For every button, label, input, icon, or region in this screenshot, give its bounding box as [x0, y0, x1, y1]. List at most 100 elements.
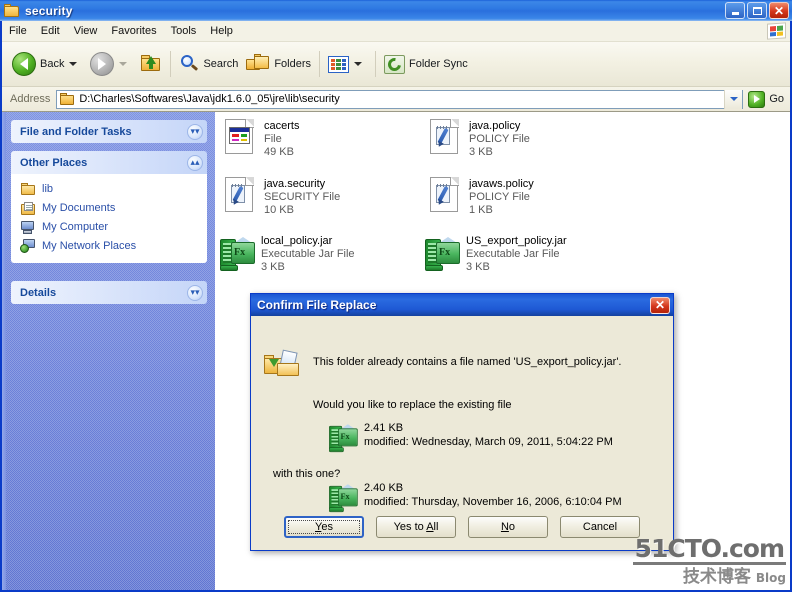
up-folder-icon — [140, 54, 162, 74]
cancel-label: Cancel — [582, 521, 618, 533]
address-path-text: D:\Charles\Softwares\Java\jdk1.6.0_05\jr… — [79, 93, 340, 105]
file-item-java-policy[interactable]: java.policy POLICY File 3 KB — [428, 118, 658, 159]
sidebar-item-my-computer[interactable]: My Computer — [20, 218, 201, 236]
security-file-icon — [223, 176, 256, 214]
up-button[interactable] — [136, 45, 166, 83]
menu-item-help[interactable]: Help — [203, 23, 240, 39]
file-type: POLICY File — [469, 191, 530, 203]
watermark-tagline: 技术博客 Blog — [626, 567, 786, 588]
toolbar-separator-2 — [319, 51, 321, 77]
forward-dropdown-icon — [119, 62, 128, 66]
sidebar-item-my-documents[interactable]: My Documents — [20, 199, 201, 217]
dialog-existing-file: Fx 2.41 KB modified: Wednesday, March 09… — [329, 421, 613, 459]
file-item-javaws-policy[interactable]: javaws.policy POLICY File 1 KB — [428, 176, 658, 217]
yes-button[interactable]: Yes — [284, 516, 364, 538]
back-dropdown-icon[interactable] — [69, 62, 78, 66]
panel-details: Details ▾▾ — [11, 281, 207, 304]
panel-header-file-and-folder-tasks[interactable]: File and Folder Tasks ▾▾ — [11, 120, 207, 143]
address-folder-icon — [60, 92, 75, 106]
search-button[interactable]: Search — [175, 45, 242, 83]
generic-file-icon — [223, 118, 256, 156]
go-button[interactable]: Go — [743, 90, 790, 108]
replacement-file-size: 2.40 KB — [364, 482, 404, 494]
go-label: Go — [769, 93, 784, 105]
dialog-close-button[interactable]: ✕ — [650, 296, 670, 314]
file-name: java.policy — [469, 120, 521, 132]
menu-item-view[interactable]: View — [67, 23, 105, 39]
file-size: 3 KB — [466, 261, 490, 273]
chevron-up-icon[interactable]: ▴▴ — [187, 154, 203, 171]
menu-item-file[interactable]: File — [2, 23, 34, 39]
menu-item-tools[interactable]: Tools — [164, 23, 204, 39]
folder-sync-icon — [384, 54, 406, 74]
file-item-cacerts[interactable]: cacerts File 49 KB — [223, 118, 453, 159]
file-type: POLICY File — [469, 133, 530, 145]
no-button[interactable]: No — [468, 516, 548, 538]
file-item-local-policy-jar[interactable]: Fx local_policy.jar Executable Jar File … — [220, 233, 450, 274]
dialog-button-row: Yes Yes to All No Cancel — [251, 516, 673, 538]
sidebar-item-my-network-places[interactable]: My Network Places — [20, 237, 201, 255]
explorer-window: security ✕ File Edit View Favorites Tool… — [0, 0, 792, 592]
jar-file-icon: Fx — [425, 233, 461, 271]
file-size: 49 KB — [264, 146, 294, 158]
file-type: Executable Jar File — [466, 248, 560, 260]
close-button[interactable]: ✕ — [769, 2, 789, 19]
panel-file-and-folder-tasks: File and Folder Tasks ▾▾ — [11, 120, 207, 143]
no-label: No — [500, 521, 516, 533]
address-label: Address — [10, 93, 51, 105]
file-name: cacerts — [264, 120, 300, 132]
search-label: Search — [203, 58, 239, 70]
folders-icon — [246, 54, 270, 74]
go-arrow-icon — [748, 90, 766, 108]
toolbar: Back Search Folders Folder Sync — [2, 42, 790, 87]
folders-button[interactable]: Folders — [242, 45, 315, 83]
panel-header-other-places[interactable]: Other Places ▴▴ — [11, 151, 207, 174]
search-icon — [179, 54, 199, 74]
my-network-places-icon — [20, 238, 36, 254]
toolbar-separator-3 — [375, 51, 377, 77]
back-label: Back — [40, 58, 65, 70]
cancel-button[interactable]: Cancel — [560, 516, 640, 538]
panel-other-places: Other Places ▴▴ lib My Documents My Comp… — [11, 151, 207, 263]
views-button[interactable] — [324, 45, 371, 83]
back-button[interactable]: Back — [8, 45, 86, 83]
minimize-button[interactable] — [725, 2, 745, 19]
menu-item-edit[interactable]: Edit — [34, 23, 67, 39]
folder-sync-label: Folder Sync — [409, 58, 468, 70]
window-controls: ✕ — [725, 2, 789, 19]
task-pane: File and Folder Tasks ▾▾ Other Places ▴▴… — [2, 112, 215, 590]
windows-flag-icon — [767, 22, 786, 40]
file-name: java.security — [264, 178, 326, 190]
maximize-button[interactable] — [747, 2, 767, 19]
yes-to-all-button[interactable]: Yes to All — [376, 516, 456, 538]
file-name: javaws.policy — [469, 178, 534, 190]
file-item-us-export-policy-jar[interactable]: Fx US_export_policy.jar Executable Jar F… — [425, 233, 655, 274]
toolbar-separator — [170, 51, 172, 77]
chevron-down-icon[interactable]: ▾▾ — [187, 123, 203, 140]
watermark-tagline-cn: 技术博客 — [682, 567, 751, 587]
sidebar-item-label: My Network Places — [42, 240, 137, 252]
folders-label: Folders — [274, 58, 312, 70]
jar-file-icon: Fx — [220, 233, 256, 271]
address-input[interactable]: D:\Charles\Softwares\Java\jdk1.6.0_05\jr… — [56, 89, 744, 109]
window-title: security — [25, 3, 73, 18]
chevron-down-icon[interactable]: ▾▾ — [187, 284, 203, 301]
jar-file-icon: Fx — [329, 481, 359, 513]
file-size: 1 KB — [469, 204, 493, 216]
views-dropdown-icon[interactable] — [354, 62, 363, 66]
file-name: US_export_policy.jar — [466, 235, 567, 247]
sidebar-item-lib[interactable]: lib — [20, 180, 201, 198]
views-icon — [328, 55, 350, 73]
my-documents-icon — [20, 201, 36, 216]
panel-header-details[interactable]: Details ▾▾ — [11, 281, 207, 304]
folder-icon — [20, 182, 36, 197]
jar-file-icon: Fx — [329, 421, 359, 453]
forward-button[interactable] — [86, 45, 136, 83]
address-dropdown-button[interactable] — [724, 89, 743, 109]
menu-bar: File Edit View Favorites Tools Help — [2, 21, 790, 42]
menu-item-favorites[interactable]: Favorites — [104, 23, 163, 39]
replacement-file-modified: modified: Thursday, November 16, 2006, 6… — [364, 496, 622, 508]
sidebar-item-label: lib — [42, 183, 54, 195]
folder-sync-button[interactable]: Folder Sync — [380, 45, 472, 83]
file-item-java-security[interactable]: java.security SECURITY File 10 KB — [223, 176, 453, 217]
